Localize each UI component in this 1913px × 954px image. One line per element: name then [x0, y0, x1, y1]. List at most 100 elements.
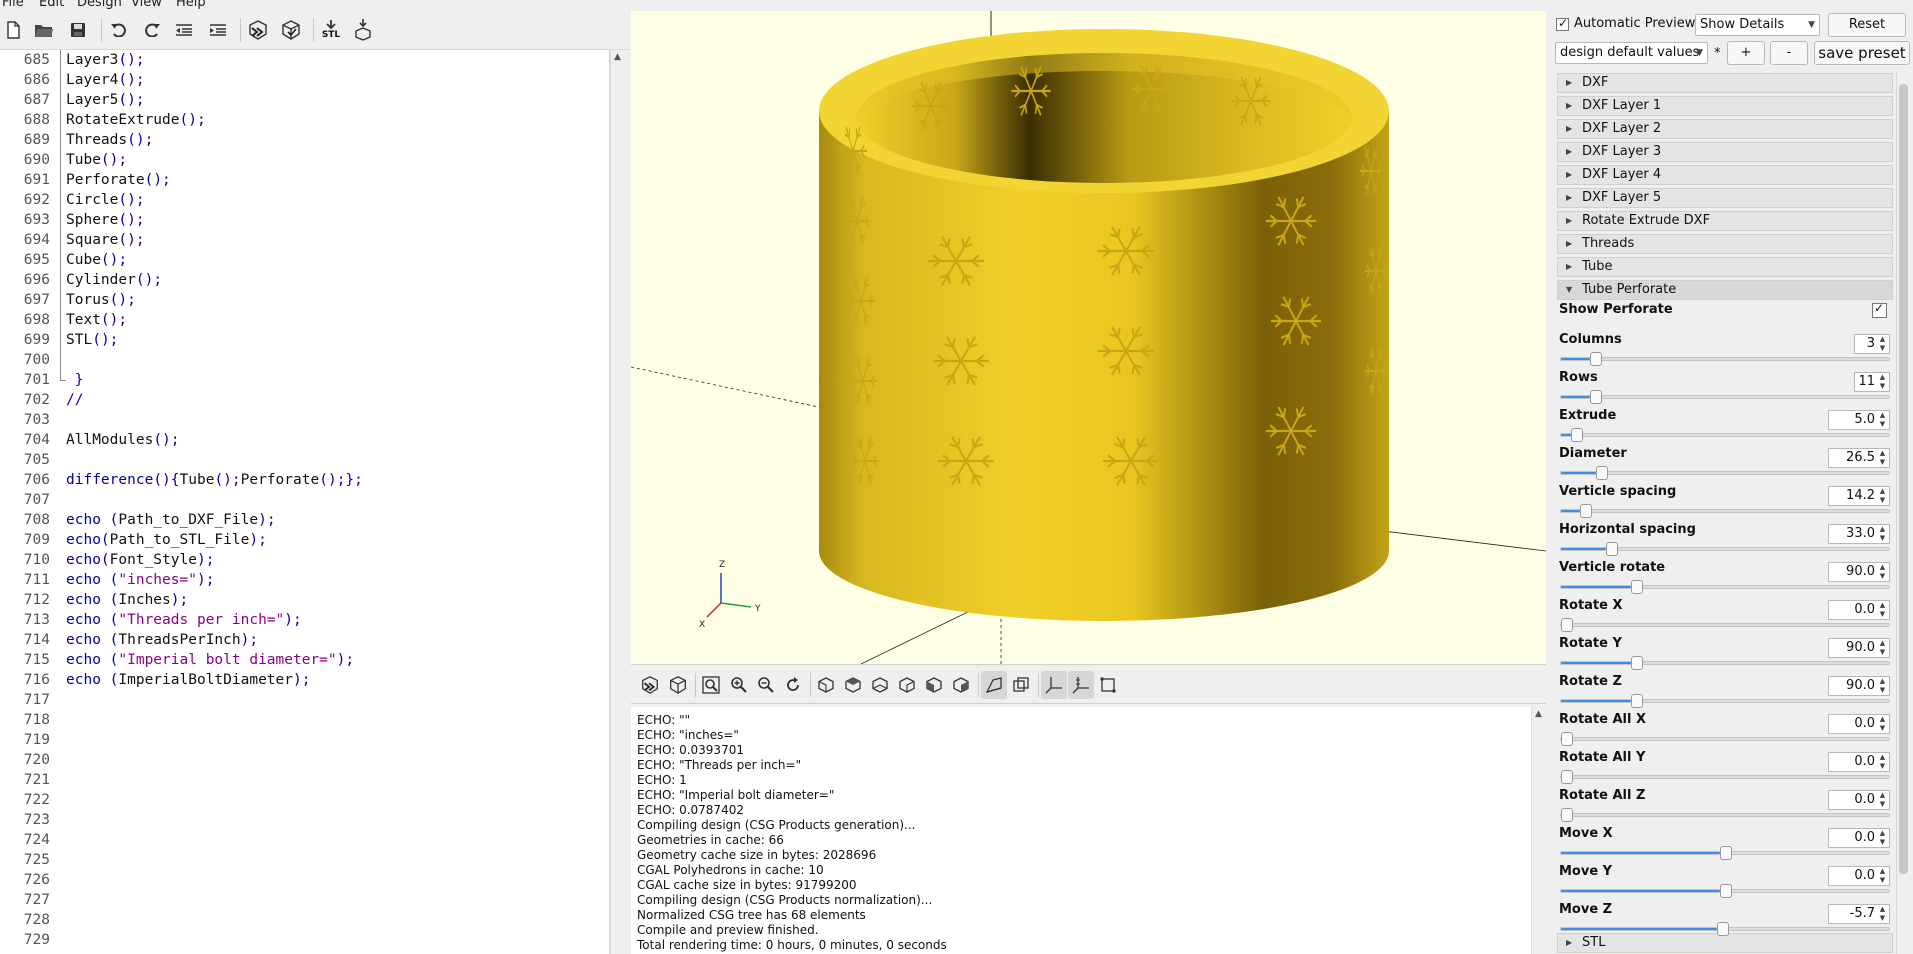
param-spinbox[interactable]: 0.0 ▲ ▼: [1828, 790, 1890, 810]
menu-help[interactable]: Help: [176, 0, 206, 10]
param-spinbox[interactable]: 33.0 ▲ ▼: [1828, 524, 1890, 544]
scrollbar-thumb[interactable]: [1899, 84, 1908, 874]
param-spinbox[interactable]: 0.0 ▲ ▼: [1828, 828, 1890, 848]
param-spinbox[interactable]: 11 ▲ ▼: [1854, 372, 1890, 392]
slider-handle[interactable]: [1717, 922, 1729, 936]
param-slider[interactable]: [1560, 504, 1890, 518]
indent-icon[interactable]: [205, 16, 231, 44]
auto-preview-checkbox[interactable]: [1556, 16, 1569, 32]
spin-arrows-icon[interactable]: ▲ ▼: [1877, 563, 1888, 581]
spin-arrows-icon[interactable]: ▲ ▼: [1877, 867, 1888, 885]
code-line[interactable]: echo ("Threads per inch=");: [66, 610, 302, 630]
spin-arrows-icon[interactable]: ▲ ▼: [1877, 335, 1888, 353]
section-header-tube-perforate[interactable]: ▼ Tube Perforate: [1557, 280, 1893, 300]
param-slider[interactable]: [1560, 352, 1890, 366]
view-all-icon[interactable]: [698, 671, 724, 699]
code-line[interactable]: Torus();: [66, 290, 136, 310]
preset-select[interactable]: design default values ▼: [1555, 42, 1708, 64]
section-header[interactable]: ▶ Tube: [1557, 257, 1893, 277]
remove-preset-button[interactable]: -: [1770, 41, 1808, 65]
section-header[interactable]: ▶ DXF Layer 1: [1557, 96, 1893, 116]
code-line[interactable]: Cube();: [66, 250, 127, 270]
code-line[interactable]: echo ("Imperial bolt diameter=");: [66, 650, 354, 670]
new-file-icon[interactable]: [0, 16, 26, 44]
slider-handle[interactable]: [1561, 732, 1573, 746]
spin-arrows-icon[interactable]: ▲ ▼: [1877, 487, 1888, 505]
code-line[interactable]: Layer3();: [66, 50, 145, 70]
spin-arrows-icon[interactable]: ▲ ▼: [1877, 791, 1888, 809]
slider-handle[interactable]: [1631, 656, 1643, 670]
code-line[interactable]: STL();: [66, 330, 118, 350]
code-line[interactable]: echo(Path_to_STL_File);: [66, 530, 267, 550]
slider-handle[interactable]: [1631, 694, 1643, 708]
show-perforate-checkbox[interactable]: [1872, 301, 1887, 318]
param-slider[interactable]: [1560, 618, 1890, 632]
code-line[interactable]: AllModules();: [66, 430, 180, 450]
zoom-out-icon[interactable]: [753, 671, 779, 699]
reset-view-icon[interactable]: [780, 671, 806, 699]
details-select[interactable]: Show Details ▼: [1695, 14, 1820, 36]
code-line[interactable]: Cylinder();: [66, 270, 162, 290]
panel-splitter[interactable]: [1546, 11, 1553, 954]
code-line[interactable]: Sphere();: [66, 210, 145, 230]
open-file-icon[interactable]: [31, 16, 57, 44]
spin-arrows-icon[interactable]: ▲ ▼: [1877, 525, 1888, 543]
param-slider[interactable]: [1560, 846, 1890, 860]
spin-arrows-icon[interactable]: ▲ ▼: [1877, 449, 1888, 467]
show-scale-markers-icon[interactable]: [1068, 671, 1094, 699]
code-line[interactable]: echo (Inches);: [66, 590, 188, 610]
view-back-icon[interactable]: [948, 671, 974, 699]
view-right-icon[interactable]: [813, 671, 839, 699]
customizer-scrollbar[interactable]: [1896, 72, 1910, 954]
slider-handle[interactable]: [1590, 390, 1602, 404]
menu-view[interactable]: View: [131, 0, 162, 10]
code-line[interactable]: Square();: [66, 230, 145, 250]
menu-edit[interactable]: Edit: [39, 0, 64, 10]
menu-design[interactable]: Design: [77, 0, 122, 10]
undo-icon[interactable]: [106, 16, 132, 44]
save-icon[interactable]: [65, 16, 91, 44]
section-header[interactable]: ▶ Threads: [1557, 234, 1893, 254]
preview-icon[interactable]: [637, 671, 663, 699]
section-header-stl[interactable]: ▶ STL: [1557, 933, 1893, 953]
param-spinbox[interactable]: 26.5 ▲ ▼: [1828, 448, 1890, 468]
code-editor[interactable]: 685 686 687 688 689 690 691 692 693 694 695 696 697 6…: [0, 50, 610, 954]
editor-scrollbar[interactable]: ▲: [610, 50, 625, 954]
show-edges-icon[interactable]: [1095, 671, 1121, 699]
param-spinbox[interactable]: 0.0 ▲ ▼: [1828, 752, 1890, 772]
slider-handle[interactable]: [1590, 352, 1602, 366]
param-spinbox[interactable]: 3 ▲ ▼: [1854, 334, 1890, 354]
view-front-icon[interactable]: [921, 671, 947, 699]
view-left-icon[interactable]: [894, 671, 920, 699]
3d-model-render[interactable]: Z Y X: [631, 11, 1546, 664]
perspective-icon[interactable]: [981, 671, 1007, 699]
param-slider[interactable]: [1560, 542, 1890, 556]
spin-arrows-icon[interactable]: ▲ ▼: [1877, 715, 1888, 733]
slider-handle[interactable]: [1561, 770, 1573, 784]
code-line[interactable]: RotateExtrude();: [66, 110, 206, 130]
redo-icon[interactable]: [139, 16, 165, 44]
param-spinbox[interactable]: -5.7 ▲ ▼: [1828, 904, 1890, 924]
param-slider[interactable]: [1560, 390, 1890, 404]
render-icon[interactable]: [278, 16, 304, 44]
save-preset-button[interactable]: save preset: [1814, 41, 1910, 65]
3d-viewport[interactable]: Z Y X: [631, 11, 1546, 664]
spin-arrows-icon[interactable]: ▲ ▼: [1877, 639, 1888, 657]
param-spinbox[interactable]: 90.0 ▲ ▼: [1828, 676, 1890, 696]
param-spinbox[interactable]: 5.0 ▲ ▼: [1828, 410, 1890, 430]
spin-arrows-icon[interactable]: ▲ ▼: [1877, 829, 1888, 847]
code-line[interactable]: Circle();: [66, 190, 145, 210]
view-top-icon[interactable]: [840, 671, 866, 699]
code-line[interactable]: echo (ThreadsPerInch);: [66, 630, 258, 650]
slider-handle[interactable]: [1720, 884, 1732, 898]
param-slider[interactable]: [1560, 466, 1890, 480]
slider-handle[interactable]: [1580, 504, 1592, 518]
code-line[interactable]: difference(){Tube();Perforate();};: [66, 470, 363, 490]
code-line[interactable]: Layer5();: [66, 90, 145, 110]
section-header[interactable]: ▶ DXF Layer 2: [1557, 119, 1893, 139]
add-preset-button[interactable]: +: [1727, 41, 1765, 65]
view-bottom-icon[interactable]: [867, 671, 893, 699]
spin-arrows-icon[interactable]: ▲ ▼: [1877, 905, 1888, 923]
section-header[interactable]: ▶ DXF Layer 5: [1557, 188, 1893, 208]
code-line[interactable]: Perforate();: [66, 170, 171, 190]
